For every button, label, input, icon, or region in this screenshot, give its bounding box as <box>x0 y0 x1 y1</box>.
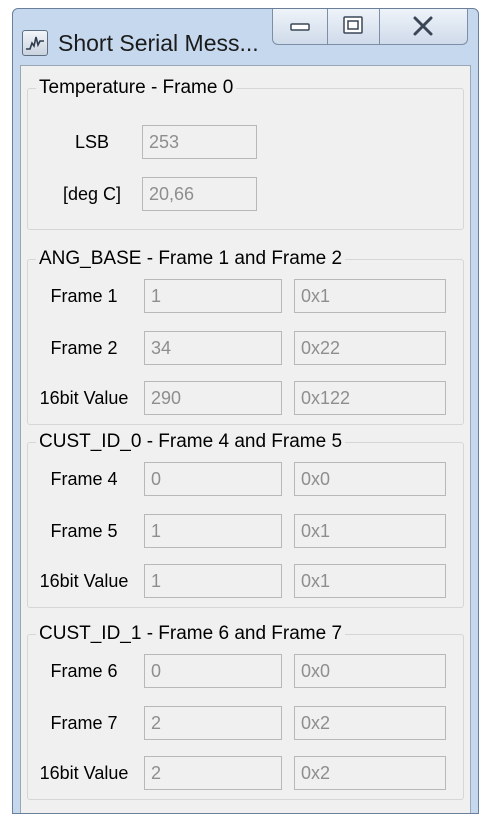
cust-id-0-group: CUST_ID_0 - Frame 4 and Frame 5 Frame 4 … <box>27 430 464 608</box>
decimal-field[interactable]: 34 <box>144 331 282 365</box>
app-wave-icon[interactable] <box>22 30 48 56</box>
hex-field[interactable]: 0x1 <box>294 279 446 313</box>
hex-field[interactable]: 0x0 <box>294 462 446 496</box>
close-button[interactable] <box>380 9 468 45</box>
minimize-button[interactable] <box>272 9 328 45</box>
decimal-field[interactable]: 290 <box>144 381 282 415</box>
frame-label: Frame 7 <box>50 713 118 733</box>
close-icon <box>413 16 433 36</box>
hex-field[interactable]: 0x2 <box>294 706 446 740</box>
title-bar[interactable]: Short Serial Mess... <box>13 9 478 63</box>
hex-field[interactable]: 0x2 <box>294 756 446 790</box>
lsb-field[interactable]: 253 <box>142 125 257 159</box>
frame-label: Frame 6 <box>50 661 118 681</box>
frame-label: Frame 1 <box>50 286 118 306</box>
decimal-field[interactable]: 2 <box>144 706 282 740</box>
window-title: Short Serial Mess... <box>58 30 259 56</box>
hex-field[interactable]: 0x1 <box>294 514 446 548</box>
client-area: Temperature - Frame 0 LSB 253 [deg C] 20… <box>20 65 471 813</box>
16bit-value-label: 16bit Value <box>39 388 129 408</box>
temperature-group: Temperature - Frame 0 LSB 253 [deg C] 20… <box>27 76 464 230</box>
group-title: CUST_ID_1 - Frame 6 and Frame 7 <box>36 622 346 646</box>
lsb-label: LSB <box>74 132 110 152</box>
decimal-field[interactable]: 0 <box>144 462 282 496</box>
decimal-field[interactable]: 2 <box>144 756 282 790</box>
hex-field[interactable]: 0x0 <box>294 654 446 688</box>
decimal-field[interactable]: 0 <box>144 654 282 688</box>
16bit-value-label: 16bit Value <box>39 571 129 591</box>
frame-label: Frame 4 <box>50 469 118 489</box>
frame-label: Frame 2 <box>50 338 118 358</box>
frame-label: Frame 5 <box>50 521 118 541</box>
decimal-field[interactable]: 1 <box>144 564 282 598</box>
decimal-field[interactable]: 1 <box>144 514 282 548</box>
hex-field[interactable]: 0x22 <box>294 331 446 365</box>
deg-c-field[interactable]: 20,66 <box>142 177 257 211</box>
hex-field[interactable]: 0x1 <box>294 564 446 598</box>
group-title: ANG_BASE - Frame 1 and Frame 2 <box>36 247 346 271</box>
group-title: Temperature - Frame 0 <box>36 76 237 100</box>
maximize-icon <box>343 16 363 34</box>
decimal-field[interactable]: 1 <box>144 279 282 313</box>
cust-id-1-group: CUST_ID_1 - Frame 6 and Frame 7 Frame 6 … <box>27 622 464 800</box>
minimize-icon <box>290 23 310 31</box>
16bit-value-label: 16bit Value <box>39 763 129 783</box>
group-title: CUST_ID_0 - Frame 4 and Frame 5 <box>36 430 346 454</box>
hex-field[interactable]: 0x122 <box>294 381 446 415</box>
short-serial-message-window: Short Serial Mess... Temperature - Frame… <box>12 8 479 814</box>
maximize-button[interactable] <box>328 9 380 45</box>
caption-buttons <box>272 9 468 45</box>
deg-c-label: [deg C] <box>62 184 122 204</box>
ang-base-group: ANG_BASE - Frame 1 and Frame 2 Frame 1 1… <box>27 247 464 425</box>
